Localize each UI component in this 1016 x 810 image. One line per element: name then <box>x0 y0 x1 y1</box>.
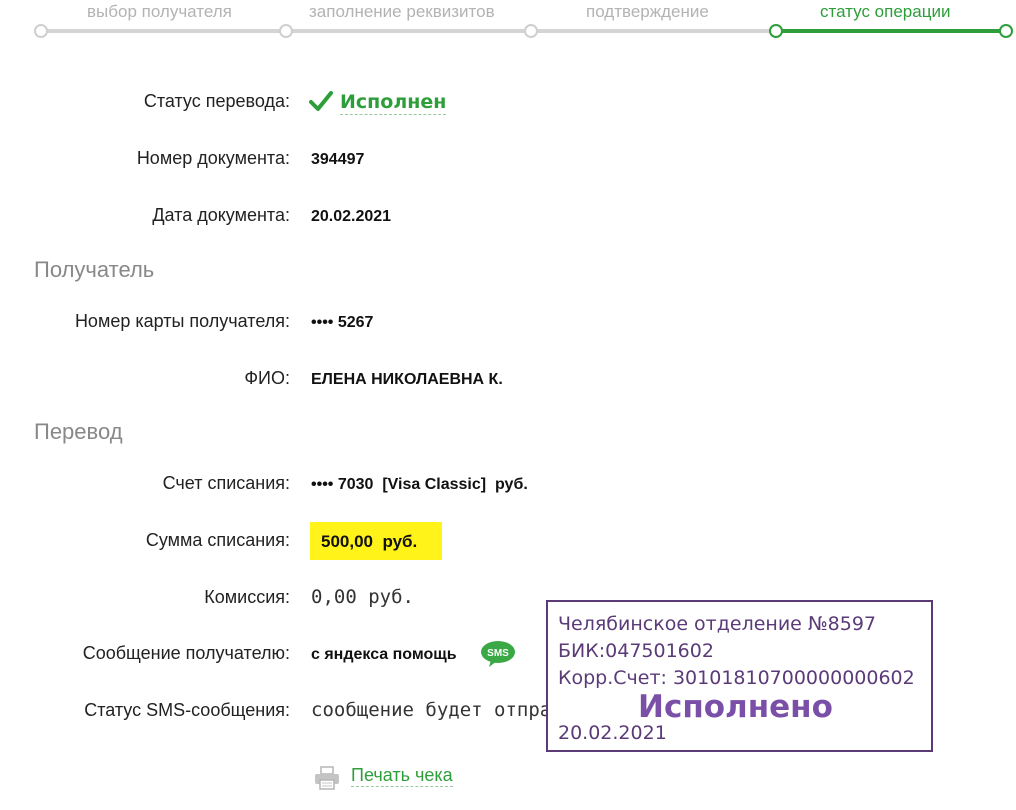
recipient-card-value: •••• 5267 <box>311 314 374 331</box>
debit-amount-highlight: 500,00 руб. <box>310 522 442 560</box>
debit-account-value: •••• 7030 [Visa Classic] руб. <box>311 476 528 493</box>
section-heading-recipient: Получатель <box>34 257 155 282</box>
recipient-card-label: Номер карты получателя: <box>74 311 290 331</box>
sms-icon-text: SMS <box>487 648 509 659</box>
status-label: Статус перевода: <box>143 91 290 111</box>
step-label-operation-status: статус операции <box>820 2 951 21</box>
step-node-1 <box>34 24 48 38</box>
recipient-name-value: ЕЛЕНА НИКОЛАЕВНА К. <box>311 371 503 388</box>
stamp-corr-account: Корр.Счет: 30101810700000000602 <box>558 667 915 689</box>
recipient-name-label: ФИО: <box>244 368 290 388</box>
document-date-label: Дата документа: <box>152 205 290 225</box>
document-date-value: 20.02.2021 <box>311 208 392 225</box>
section-heading-transfer: Перевод <box>34 419 123 444</box>
stamp-date: 20.02.2021 <box>558 722 667 744</box>
debit-account-label: Счет списания: <box>162 473 290 493</box>
step-node-3 <box>524 24 538 38</box>
debit-amount-value: 500,00 руб. <box>321 532 418 551</box>
sms-status-label: Статус SMS-сообщения: <box>84 700 290 720</box>
stepper-track <box>40 29 775 33</box>
recipient-message-label: Сообщение получателю: <box>82 643 290 663</box>
document-number-value: 394497 <box>311 151 365 168</box>
stamp-status: Исполнено <box>638 689 833 725</box>
step-label-confirmation: подтверждение <box>586 2 709 21</box>
fee-value: 0,00 руб. <box>311 586 414 608</box>
stamp-bik: БИК:047501602 <box>558 640 714 662</box>
stepper-track-active <box>775 29 1005 33</box>
stamp-branch: Челябинское отделение №8597 <box>558 613 877 635</box>
recipient-message-value: с яндекса помощь <box>311 646 457 663</box>
debit-amount-label: Сумма списания: <box>145 530 290 550</box>
step-node-4 <box>769 24 783 38</box>
check-icon <box>309 91 333 111</box>
fee-label: Комиссия: <box>204 587 290 607</box>
printer-icon[interactable] <box>314 766 340 790</box>
step-node-end <box>999 24 1013 38</box>
step-label-choose-recipient: выбор получателя <box>87 2 232 21</box>
step-label-fill-details: заполнение реквизитов <box>309 2 495 21</box>
print-receipt-link[interactable]: Печать чека <box>351 765 453 787</box>
status-value[interactable]: Исполнен <box>340 91 447 115</box>
step-node-2 <box>279 24 293 38</box>
document-number-label: Номер документа: <box>136 148 290 168</box>
bank-stamp: Челябинское отделение №8597 БИК:04750160… <box>546 600 933 752</box>
sms-icon: SMS <box>481 641 515 667</box>
